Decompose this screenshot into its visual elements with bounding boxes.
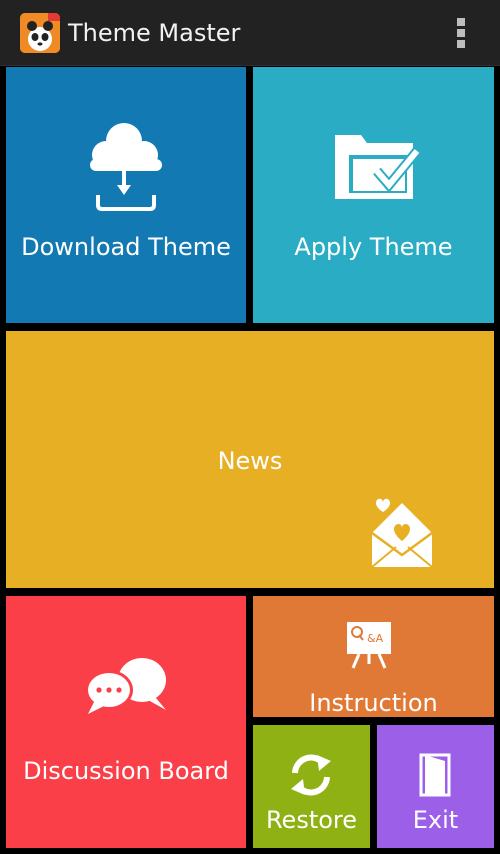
apply-theme-label: Apply Theme xyxy=(294,233,453,261)
download-theme-tile[interactable]: Download Theme xyxy=(6,67,246,323)
refresh-icon xyxy=(291,754,331,796)
svg-text:&A: &A xyxy=(367,632,384,645)
cloud-download-icon xyxy=(90,123,162,211)
discussion-board-tile[interactable]: Discussion Board xyxy=(6,596,246,848)
instruction-tile[interactable]: &A Instruction xyxy=(253,596,494,717)
restore-label: Restore xyxy=(265,806,358,834)
qa-board-icon: &A xyxy=(347,622,391,669)
apply-theme-tile[interactable]: Apply Theme xyxy=(253,67,494,323)
exit-label: Exit xyxy=(412,806,459,834)
chat-bubbles-icon xyxy=(85,658,166,714)
door-exit-icon xyxy=(419,753,451,797)
love-letter-icon xyxy=(371,498,433,568)
news-tile[interactable]: News xyxy=(6,331,494,588)
download-theme-label: Download Theme xyxy=(21,233,231,261)
instruction-label: Instruction xyxy=(309,689,438,717)
discussion-board-label: Discussion Board xyxy=(23,757,229,785)
folder-check-icon xyxy=(335,135,421,199)
overflow-menu-icon[interactable] xyxy=(446,14,476,52)
restore-tile[interactable]: Restore xyxy=(253,725,370,848)
exit-tile[interactable]: Exit xyxy=(377,725,494,848)
app-screen: Theme Master Download Theme Apply Theme … xyxy=(0,0,500,854)
action-bar: Theme Master xyxy=(0,0,500,66)
panda-app-icon[interactable] xyxy=(20,13,60,53)
news-label: News xyxy=(217,447,283,475)
app-title: Theme Master xyxy=(68,19,241,47)
